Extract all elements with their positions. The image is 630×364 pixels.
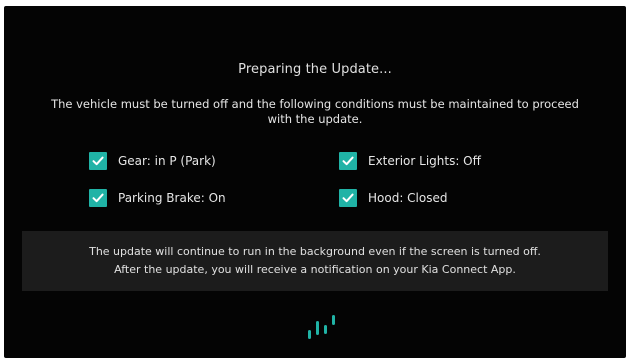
instructions-line-2: with the update. [267, 112, 363, 126]
check-icon [339, 189, 357, 207]
background-update-notice: The update will continue to run in the b… [22, 231, 608, 291]
loading-spinner-icon [306, 311, 336, 343]
update-screen: Preparing the Update... The vehicle must… [4, 6, 626, 358]
condition-parking-brake-label: Parking Brake: On [118, 191, 226, 205]
notice-line-2: After the update, you will receive a not… [114, 263, 516, 276]
check-icon [339, 152, 357, 170]
condition-gear-label: Gear: in P (Park) [118, 154, 216, 168]
check-icon [89, 189, 107, 207]
condition-exterior-lights-label: Exterior Lights: Off [368, 154, 481, 168]
instructions-line-1: The vehicle must be turned off and the f… [51, 97, 579, 111]
update-title: Preparing the Update... [238, 62, 392, 77]
condition-parking-brake: Parking Brake: On [89, 188, 226, 208]
update-instructions: The vehicle must be turned off and the f… [4, 97, 626, 127]
notice-line-1: The update will continue to run in the b… [89, 245, 541, 258]
check-icon [89, 152, 107, 170]
condition-gear: Gear: in P (Park) [89, 151, 216, 171]
condition-hood-label: Hood: Closed [368, 191, 448, 205]
condition-exterior-lights: Exterior Lights: Off [339, 151, 481, 171]
condition-hood: Hood: Closed [339, 188, 448, 208]
